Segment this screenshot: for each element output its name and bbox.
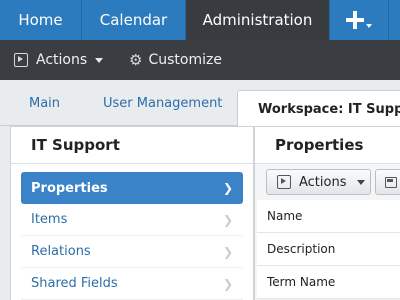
tab-user-management[interactable]: User Management — [103, 80, 222, 126]
gear-icon: ⚙ — [129, 51, 143, 69]
workspace-sidebar: IT Support Properties ❯ Items ❯ Relation… — [10, 126, 254, 300]
customize-label: Customize — [148, 52, 222, 68]
chevron-down-icon — [366, 24, 372, 28]
sidebar-item-label: Properties — [31, 180, 108, 196]
chevron-right-icon: ❯ — [222, 212, 233, 227]
properties-title: Properties — [255, 127, 400, 164]
play-icon — [14, 53, 28, 67]
sidebar-item-label: Relations — [31, 244, 91, 259]
nav-calendar[interactable]: Calendar — [82, 0, 186, 40]
chevron-down-icon — [356, 179, 365, 185]
plus-icon — [346, 11, 364, 29]
sidebar-item-label: Shared Fields — [31, 276, 118, 291]
save-button[interactable] — [374, 169, 400, 195]
properties-toolbar: Actions — [255, 164, 400, 200]
sidebar-list: Properties ❯ Items ❯ Relations ❯ Shared … — [11, 172, 253, 300]
field-label: Name — [267, 209, 303, 223]
sidebar-item-properties[interactable]: Properties ❯ — [21, 172, 243, 204]
chevron-down-icon — [95, 57, 104, 63]
add-new-button[interactable] — [329, 0, 389, 40]
chevron-right-icon: ❯ — [222, 276, 233, 291]
field-row-description[interactable]: Description — [257, 233, 400, 266]
customize-button[interactable]: ⚙ Customize — [113, 40, 222, 80]
chevron-right-icon: ❯ — [222, 181, 233, 195]
field-row-term-name[interactable]: Term Name — [257, 266, 400, 299]
sidebar-item-items[interactable]: Items ❯ — [21, 204, 243, 236]
actions-label: Actions — [36, 52, 88, 68]
sidebar-item-relations[interactable]: Relations ❯ — [21, 236, 243, 268]
field-label: Term Name — [267, 275, 336, 289]
field-row-name[interactable]: Name — [257, 200, 400, 233]
top-nav: Home Calendar Administration — [0, 0, 400, 40]
chevron-right-icon: ❯ — [222, 244, 233, 259]
nav-administration[interactable]: Administration — [186, 0, 329, 40]
tab-workspace-it-support[interactable]: Workspace: IT Support — [237, 90, 400, 127]
sub-toolbar: Actions ⚙ Customize — [0, 40, 400, 80]
tab-bar: Main User Management Workspace: IT Suppo… — [0, 80, 400, 127]
play-icon — [277, 175, 291, 189]
sidebar-item-shared-fields[interactable]: Shared Fields ❯ — [21, 268, 243, 300]
properties-panel: Properties Actions Name Description Term… — [254, 126, 400, 300]
tab-main[interactable]: Main — [29, 80, 60, 126]
properties-actions-label: Actions — [299, 174, 347, 190]
properties-actions-button[interactable]: Actions — [266, 169, 371, 195]
field-label: Description — [267, 242, 336, 256]
sidebar-item-label: Items — [31, 212, 68, 227]
actions-menu-button[interactable]: Actions — [0, 40, 113, 80]
sidebar-title: IT Support — [11, 127, 253, 164]
save-icon — [384, 176, 397, 188]
nav-home[interactable]: Home — [0, 0, 82, 40]
